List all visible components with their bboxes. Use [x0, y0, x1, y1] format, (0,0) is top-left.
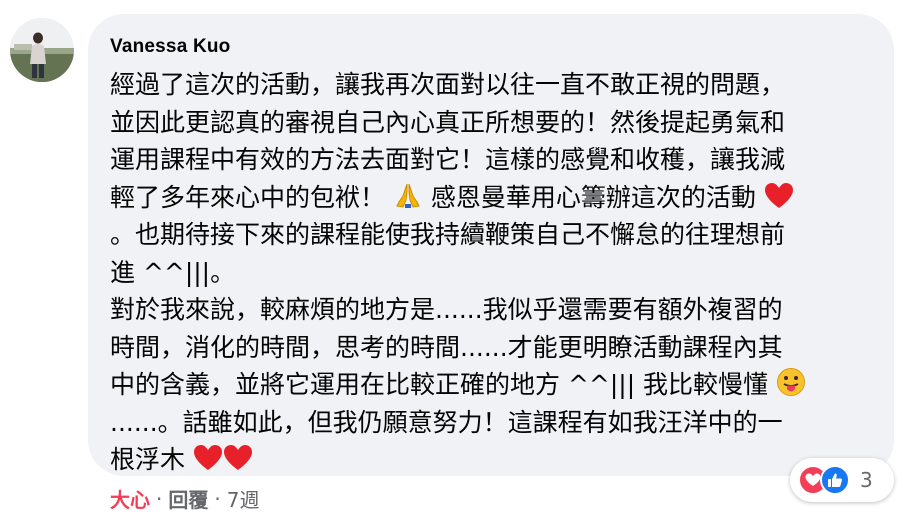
comment-line: ......。話雖如此，但我仍願意努力！這課程有如我汪洋中的一 [110, 407, 783, 437]
comment-line: 並因此更認真的審視自己內心真正所想要的！然後提起勇氣和 [110, 107, 786, 137]
comment-line: 經過了這次的活動，讓我再次面對以往一直不敢正視的問題， [110, 70, 786, 99]
previous-comment-clipped-text: · ·· · ·· · · [190, 0, 281, 11]
comment-text-segment: 輕了多年來心中的包袱！ [110, 182, 386, 212]
avatar-photo [10, 18, 74, 82]
love-reaction-button[interactable]: 大心 [110, 484, 150, 513]
red-heart-icon [193, 444, 223, 483]
comment-text-segment: 感恩曼華用心籌辦這次的活動 [430, 182, 756, 212]
comment-line: 。也期待接下來的課程能使我持續鞭策自己不懈怠的往理想前 [110, 220, 786, 249]
comment-timestamp[interactable]: 7週 [227, 484, 260, 513]
comment-line: 運用課程中有效的方法去面對它！這樣的感覺和收穫，讓我減 [110, 145, 786, 174]
comment-line-with-emojis: 根浮木 [110, 441, 870, 479]
comment-text-segment: 中的含義，並將它運用在比較正確的地方 ^^||| 我比較慢懂 [110, 370, 769, 399]
red-heart-icon [223, 444, 253, 483]
like-reaction-icon [820, 465, 850, 495]
comment-actions: 大心 · 回覆 · 7週 [110, 484, 259, 513]
comment-line: 對於我來說，較麻煩的地方是......我似乎還需要有額外複習的 [110, 295, 783, 324]
comment-text-segment: 根浮木 [110, 445, 186, 474]
comment-line-with-emojis: 輕了多年來心中的包袱！ 感恩曼華用心籌辦這次的活動 [110, 179, 870, 217]
separator-dot: · [214, 486, 221, 511]
comment-view: · ·· · ·· · · Vanessa Kuo 經過了這次的活動，讓我再次面… [0, 0, 922, 522]
comment-line: 時間，消化的時間，思考的時間......才能更明瞭活動課程內其 [110, 332, 783, 362]
reaction-summary[interactable]: 3 [790, 458, 894, 502]
comment-line: 進 ^^|||。 [110, 257, 236, 287]
separator-dot: · [156, 486, 163, 511]
comment-body: 經過了這次的活動，讓我再次面對以往一直不敢正視的問題， 並因此更認真的審視自己內… [110, 66, 870, 479]
face-with-tongue-icon [776, 367, 806, 408]
comment-line-with-emoji: 中的含義，並將它運用在比較正確的地方 ^^||| 我比較慢懂 [110, 366, 870, 404]
folded-hands-icon [393, 180, 423, 221]
red-heart-icon [764, 182, 794, 221]
reaction-count: 3 [860, 468, 873, 492]
comment-author[interactable]: Vanessa Kuo [110, 36, 230, 58]
avatar[interactable] [10, 18, 74, 82]
reply-button[interactable]: 回覆 [168, 484, 208, 513]
